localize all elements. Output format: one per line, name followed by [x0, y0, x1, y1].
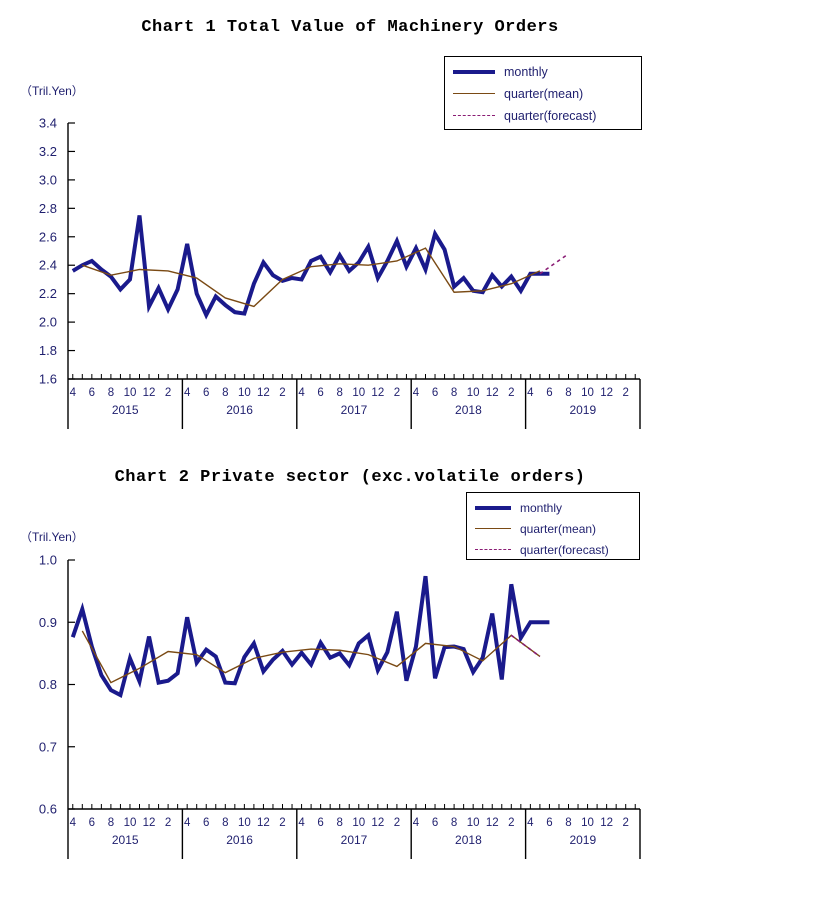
svg-text:6: 6: [317, 817, 323, 829]
svg-text:8: 8: [222, 387, 228, 399]
svg-text:6: 6: [546, 387, 552, 399]
svg-text:10: 10: [581, 817, 594, 829]
svg-text:4: 4: [184, 817, 191, 829]
svg-text:12: 12: [257, 387, 270, 399]
svg-text:2: 2: [165, 817, 171, 829]
series-quartermean: [82, 247, 541, 308]
svg-text:12: 12: [371, 817, 384, 829]
series-monthly: [71, 215, 550, 320]
svg-text:8: 8: [336, 817, 342, 829]
svg-text:6: 6: [432, 387, 438, 399]
svg-text:2015: 2015: [112, 403, 139, 417]
svg-text:8: 8: [222, 817, 228, 829]
svg-text:1.6: 1.6: [39, 372, 57, 387]
svg-text:2.0: 2.0: [39, 315, 57, 330]
svg-text:2: 2: [508, 387, 514, 399]
svg-text:6: 6: [89, 387, 95, 399]
svg-text:4: 4: [413, 817, 420, 829]
svg-text:2: 2: [622, 817, 628, 829]
svg-text:12: 12: [600, 387, 613, 399]
svg-text:12: 12: [486, 387, 499, 399]
svg-text:2: 2: [279, 817, 285, 829]
svg-text:12: 12: [257, 817, 270, 829]
svg-text:2: 2: [394, 817, 400, 829]
svg-text:2017: 2017: [341, 833, 368, 847]
svg-text:2.8: 2.8: [39, 201, 57, 216]
svg-text:2018: 2018: [455, 833, 482, 847]
svg-text:8: 8: [336, 387, 342, 399]
svg-text:6: 6: [432, 817, 438, 829]
chart-2-plot: 0.60.70.80.91.04 6 8 10 12 220154 6 8 10 12 220164…: [39, 553, 641, 859]
svg-text:4: 4: [70, 817, 77, 829]
svg-text:2: 2: [508, 817, 514, 829]
svg-text:12: 12: [371, 387, 384, 399]
svg-text:4: 4: [70, 387, 77, 399]
svg-text:6: 6: [89, 817, 95, 829]
svg-text:6: 6: [546, 817, 552, 829]
svg-text:2019: 2019: [569, 833, 596, 847]
series-monthly: [70, 575, 550, 699]
svg-text:2: 2: [622, 387, 628, 399]
svg-text:6: 6: [317, 387, 323, 399]
svg-text:8: 8: [565, 387, 571, 399]
svg-text:2016: 2016: [226, 403, 253, 417]
svg-text:8: 8: [451, 817, 457, 829]
svg-text:1.8: 1.8: [39, 343, 57, 358]
svg-text:3.0: 3.0: [39, 172, 57, 187]
svg-text:6: 6: [203, 387, 209, 399]
svg-text:12: 12: [600, 817, 613, 829]
svg-text:4: 4: [298, 817, 305, 829]
svg-text:0.9: 0.9: [39, 615, 57, 630]
svg-text:0.6: 0.6: [39, 802, 57, 817]
svg-text:10: 10: [352, 817, 365, 829]
svg-text:3.2: 3.2: [39, 144, 57, 159]
svg-text:4: 4: [527, 817, 534, 829]
chart-1-block: Chart 1 Total Value of Machinery Orders …: [0, 0, 819, 450]
svg-text:2016: 2016: [226, 833, 253, 847]
svg-text:8: 8: [108, 817, 114, 829]
svg-text:10: 10: [581, 387, 594, 399]
svg-text:12: 12: [486, 817, 499, 829]
svg-text:10: 10: [238, 817, 251, 829]
series-quarterforecast: [539, 253, 569, 275]
svg-text:2017: 2017: [341, 403, 368, 417]
chart-2-block: Chart 2 Private sector (exc.volatile ord…: [0, 450, 819, 903]
svg-text:12: 12: [143, 817, 156, 829]
chart-1-plot: 1.61.82.02.22.42.62.83.03.23.44 6 8 10 12 220…: [39, 116, 641, 429]
svg-text:2.2: 2.2: [39, 286, 57, 301]
svg-text:4: 4: [298, 387, 305, 399]
svg-text:8: 8: [565, 817, 571, 829]
svg-text:4: 4: [184, 387, 191, 399]
page-root: Chart 1 Total Value of Machinery Orders …: [0, 0, 819, 903]
svg-text:10: 10: [238, 387, 251, 399]
svg-text:10: 10: [352, 387, 365, 399]
svg-text:2015: 2015: [112, 833, 139, 847]
svg-text:2019: 2019: [569, 403, 596, 417]
svg-text:2.6: 2.6: [39, 229, 57, 244]
svg-text:2.4: 2.4: [39, 258, 57, 273]
svg-text:8: 8: [108, 387, 114, 399]
svg-text:10: 10: [124, 387, 137, 399]
svg-text:10: 10: [124, 817, 137, 829]
svg-text:4: 4: [413, 387, 420, 399]
svg-text:2018: 2018: [455, 403, 482, 417]
svg-text:2: 2: [165, 387, 171, 399]
svg-text:0.8: 0.8: [39, 677, 57, 692]
svg-text:4: 4: [527, 387, 534, 399]
svg-text:2: 2: [279, 387, 285, 399]
svg-text:0.7: 0.7: [39, 739, 57, 754]
svg-text:2: 2: [394, 387, 400, 399]
svg-text:12: 12: [143, 387, 156, 399]
svg-text:1.0: 1.0: [39, 553, 57, 568]
svg-text:8: 8: [451, 387, 457, 399]
svg-text:10: 10: [467, 817, 480, 829]
svg-text:3.4: 3.4: [39, 116, 57, 131]
svg-text:6: 6: [203, 817, 209, 829]
svg-text:10: 10: [467, 387, 480, 399]
